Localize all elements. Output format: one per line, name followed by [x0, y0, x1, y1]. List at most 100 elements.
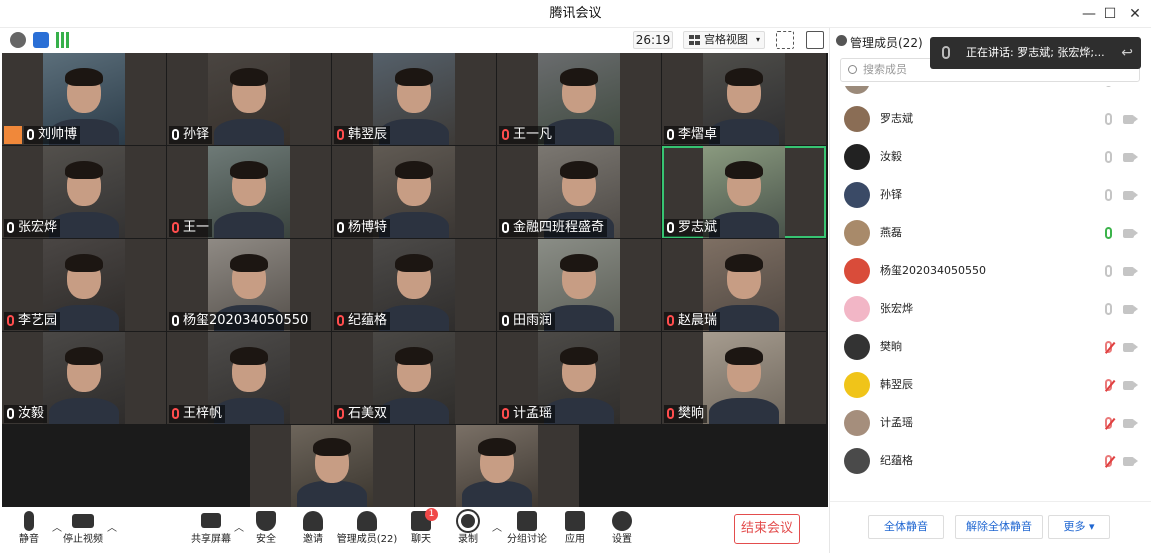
video-camera-icon[interactable]: [1123, 419, 1138, 428]
member-row[interactable]: 燕磊: [830, 214, 1151, 252]
video-tile[interactable]: 纪蕴格: [332, 239, 496, 331]
video-tile[interactable]: 韩翌辰: [332, 53, 496, 145]
video-tile[interactable]: 王一: [167, 146, 331, 238]
sidebar-toggle-icon[interactable]: [806, 31, 824, 49]
video-tile[interactable]: 金融四班程盛奇: [497, 146, 661, 238]
participant-hair: [560, 160, 598, 179]
member-name: 罗志斌: [880, 112, 913, 125]
video-tile[interactable]: [250, 425, 414, 507]
mic-muted-icon[interactable]: [1105, 455, 1112, 467]
video-camera-icon[interactable]: [1123, 381, 1138, 390]
member-row[interactable]: 杨玺202034050550: [830, 252, 1151, 290]
video-tile[interactable]: 王梓帆: [167, 332, 331, 424]
participant-name-label: 孙铎: [169, 126, 213, 144]
video-camera-icon[interactable]: [1123, 115, 1138, 124]
invite-button[interactable]: 邀请: [288, 511, 338, 546]
video-tile[interactable]: 杨博特: [332, 146, 496, 238]
participant-name-label: 李艺园: [4, 312, 61, 330]
mic-muted-icon: [667, 315, 674, 326]
mic-muted-icon[interactable]: [1105, 417, 1112, 429]
video-tile[interactable]: 张宏烨: [2, 146, 166, 238]
participant-hair: [560, 253, 598, 272]
microphone-icon[interactable]: [1105, 227, 1112, 239]
video-camera-icon[interactable]: [1123, 457, 1138, 466]
apps-button[interactable]: 应用: [550, 511, 600, 546]
more-button[interactable]: 更多 ▾: [1048, 515, 1110, 539]
video-camera-icon[interactable]: [1123, 267, 1138, 276]
maximize-icon[interactable]: ☐: [1100, 4, 1120, 24]
mic-muted-icon[interactable]: [1105, 379, 1112, 391]
video-tile[interactable]: 汝毅: [2, 332, 166, 424]
video-tile[interactable]: 李熠卓: [662, 53, 826, 145]
chat-button[interactable]: 聊天 1: [396, 508, 446, 546]
collapse-toast-icon[interactable]: ↩: [1121, 37, 1133, 69]
member-row[interactable]: 汝毅: [830, 138, 1151, 176]
video-camera-icon[interactable]: [1123, 153, 1138, 162]
video-tile[interactable]: 田雨润: [497, 239, 661, 331]
stop-video-button[interactable]: 停止视频: [58, 511, 108, 546]
shield-icon[interactable]: [33, 32, 49, 48]
video-tile[interactable]: 罗志斌: [662, 146, 826, 238]
breakout-button[interactable]: 分组讨论: [502, 511, 552, 546]
end-meeting-button[interactable]: 结束会议: [734, 514, 800, 544]
mic-muted-icon: [502, 408, 509, 419]
share-screen-button[interactable]: 共享屏幕: [186, 511, 236, 546]
mute-button[interactable]: 静音: [4, 511, 54, 546]
video-camera-icon[interactable]: [1123, 191, 1138, 200]
video-camera-icon[interactable]: [1123, 305, 1138, 314]
video-tile[interactable]: 孙铎: [167, 53, 331, 145]
mic-muted-icon[interactable]: [1105, 341, 1112, 353]
member-row[interactable]: 孙铎: [830, 176, 1151, 214]
member-row[interactable]: 樊晌: [830, 328, 1151, 366]
participant-hair: [478, 438, 516, 457]
microphone-icon[interactable]: [1105, 86, 1112, 87]
host-icon: [4, 126, 22, 144]
unmute-all-button[interactable]: 解除全体静音: [955, 515, 1043, 539]
video-tile[interactable]: 计孟瑶: [497, 332, 661, 424]
video-camera-icon[interactable]: [1123, 229, 1138, 238]
member-row[interactable]: [830, 86, 1151, 100]
member-row[interactable]: 张宏烨: [830, 290, 1151, 328]
avatar: [844, 86, 870, 94]
member-row[interactable]: 计孟瑶: [830, 404, 1151, 442]
video-tile[interactable]: 杨玺202034050550: [167, 239, 331, 331]
participant-name-label: 金融四班程盛奇: [499, 219, 608, 237]
microphone-icon[interactable]: [1105, 189, 1112, 201]
microphone-icon[interactable]: [1105, 303, 1112, 315]
chat-badge: 1: [425, 508, 438, 521]
security-button[interactable]: 安全: [241, 511, 291, 546]
video-tile[interactable]: 樊晌: [662, 332, 826, 424]
microphone-icon: [667, 129, 674, 140]
record-options-icon[interactable]: ︿: [492, 519, 502, 534]
signal-icon[interactable]: [56, 32, 72, 48]
meeting-topbar: 26:19 宫格视图 ▾: [0, 28, 829, 53]
record-button[interactable]: 录制: [443, 511, 493, 546]
record-icon: [458, 511, 478, 531]
participant-name-label: 石美双: [334, 405, 391, 423]
video-tile[interactable]: 石美双: [332, 332, 496, 424]
manage-members-button[interactable]: 管理成员(22): [336, 511, 398, 546]
settings-button[interactable]: 设置: [597, 511, 647, 546]
video-tile[interactable]: 赵晨瑞: [662, 239, 826, 331]
microphone-icon[interactable]: [1105, 151, 1112, 163]
video-tile[interactable]: 王一凡: [497, 53, 661, 145]
view-mode-select[interactable]: 宫格视图 ▾: [683, 31, 765, 49]
video-camera-icon[interactable]: [1123, 343, 1138, 352]
microphone-icon[interactable]: [1105, 113, 1112, 125]
video-tile[interactable]: 李艺园: [2, 239, 166, 331]
mute-all-button[interactable]: 全体静音: [868, 515, 944, 539]
minimize-icon[interactable]: —: [1079, 4, 1099, 24]
member-row[interactable]: 韩翌辰: [830, 366, 1151, 404]
video-tile[interactable]: 刘帅博: [2, 53, 166, 145]
microphone-icon[interactable]: [1105, 265, 1112, 277]
member-row[interactable]: 纪蕴格: [830, 442, 1151, 480]
video-tile[interactable]: [415, 425, 579, 507]
participant-hair: [395, 160, 433, 179]
fullscreen-icon[interactable]: [776, 31, 794, 49]
video-options-icon[interactable]: ︿: [107, 519, 117, 534]
member-name: 燕磊: [880, 226, 902, 239]
member-row[interactable]: 罗志斌: [830, 100, 1151, 138]
info-icon[interactable]: [10, 32, 26, 48]
participant-body: [462, 481, 532, 507]
close-icon[interactable]: ✕: [1125, 4, 1145, 24]
